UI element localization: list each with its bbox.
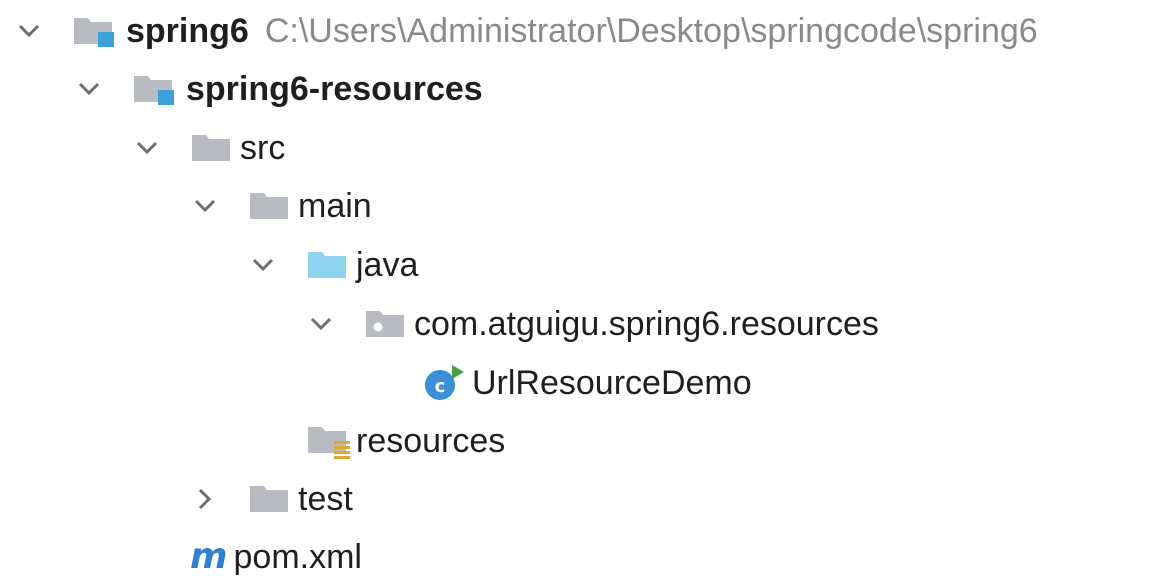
folder-icon [248, 482, 292, 516]
project-tree: spring6 C:\Users\Administrator\Desktop\s… [0, 0, 1168, 576]
tree-node-label: pom.xml [233, 538, 362, 576]
module-folder-icon [132, 72, 180, 106]
tree-node-test[interactable]: test [190, 470, 353, 528]
svg-text:c: c [435, 376, 446, 397]
tree-node-label: resources [356, 422, 506, 460]
chevron-down-icon[interactable] [190, 191, 220, 221]
maven-icon: m [190, 536, 227, 577]
chevron-down-icon[interactable] [74, 74, 104, 104]
tree-node-label: spring6 [126, 12, 249, 50]
tree-node-path: C:\Users\Administrator\Desktop\springcod… [264, 12, 1038, 50]
tree-node-label: test [298, 480, 353, 518]
chevron-down-icon[interactable] [14, 16, 44, 46]
chevron-down-icon[interactable] [248, 250, 278, 280]
folder-icon [248, 189, 292, 223]
tree-node-label: UrlResourceDemo [472, 364, 752, 402]
tree-node-pom-xml[interactable]: m pom.xml [190, 528, 362, 586]
tree-node-label: java [356, 246, 419, 284]
tree-node-label: main [298, 187, 372, 225]
tree-node-main[interactable]: main [190, 177, 372, 235]
tree-node-resources[interactable]: resources [306, 412, 505, 470]
tree-node-spring6-resources[interactable]: spring6-resources [74, 60, 483, 118]
java-class-runnable-icon: c [422, 363, 468, 403]
tree-node-spring6[interactable]: spring6 C:\Users\Administrator\Desktop\s… [14, 2, 1038, 60]
chevron-down-icon[interactable] [306, 309, 336, 339]
source-root-folder-icon [306, 248, 350, 282]
resources-root-folder-icon [306, 421, 354, 461]
tree-node-urlresourcedemo[interactable]: c UrlResourceDemo [394, 354, 752, 412]
tree-node-label: com.atguigu.spring6.resources [414, 305, 879, 343]
tree-node-java[interactable]: java [248, 236, 418, 294]
chevron-down-icon[interactable] [132, 133, 162, 163]
chevron-right-icon[interactable] [190, 484, 220, 514]
tree-node-label: src [240, 129, 286, 167]
package-icon [364, 307, 408, 341]
tree-node-package[interactable]: com.atguigu.spring6.resources [306, 295, 879, 353]
tree-node-src[interactable]: src [132, 119, 285, 177]
tree-node-label: spring6-resources [186, 70, 483, 108]
module-folder-icon [72, 14, 120, 48]
folder-icon [190, 131, 234, 165]
